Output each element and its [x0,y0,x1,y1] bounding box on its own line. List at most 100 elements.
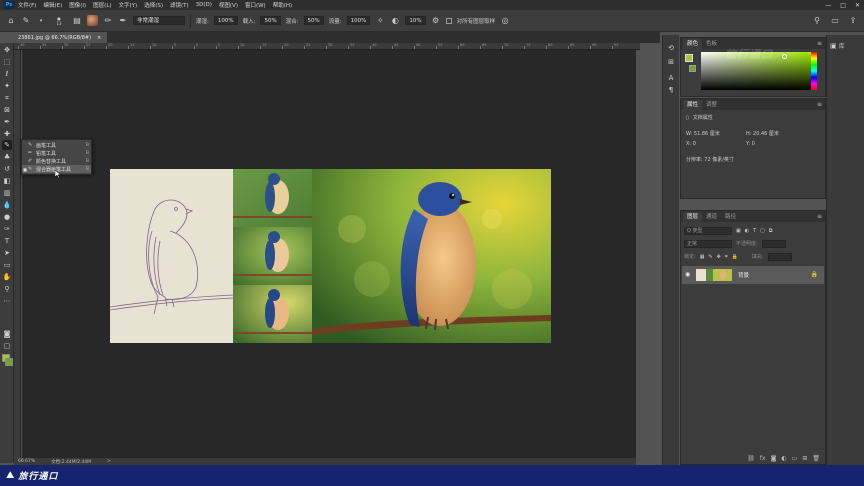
pen-tool-icon[interactable]: ✑ [2,224,12,234]
menu-3d[interactable]: 3D(D) [196,2,212,8]
paragraph-panel-icon[interactable]: ¶ [666,85,676,95]
mixer-brush-tool-icon[interactable]: ✎ [21,16,31,26]
visibility-eye-icon[interactable]: ◉ [685,271,690,278]
current-brush-load-swatch[interactable] [87,15,98,26]
document-tab[interactable]: 23861.jpg @ 66.7%(RGB/8#) × [14,32,108,43]
sample-all-layers-checkbox[interactable] [445,17,452,24]
lock-pixels-icon[interactable]: ▦ [700,254,705,260]
screen-mode-icon[interactable]: ▢ [2,341,12,351]
marquee-tool-icon[interactable]: ⬚ [2,57,12,67]
layer-filter-select[interactable]: Q 类型 [684,226,732,235]
minimize-button[interactable]: — [825,2,831,9]
frame-tool-icon[interactable]: ⊠ [2,105,12,115]
airbrush-icon[interactable]: ✧ [375,16,385,26]
menu-type[interactable]: 文字(Y) [119,1,138,9]
more-tools-icon[interactable]: ⋯ [2,296,12,306]
lasso-tool-icon[interactable]: ℓ [2,69,12,79]
gradient-tool-icon[interactable]: ▥ [2,188,12,198]
panel-menu-icon[interactable]: ≡ [817,213,822,220]
link-layers-icon[interactable]: ⛓ [747,455,755,462]
menu-filter[interactable]: 滤镜(T) [170,1,189,9]
filter-adjustment-icon[interactable]: ◐ [745,228,749,234]
filter-smart-object-icon[interactable]: ⧉ [769,228,773,234]
lock-move-icon[interactable]: ✥ [717,254,721,260]
tab-paths[interactable]: 路径 [721,212,740,222]
mix-field[interactable]: 50% [303,16,324,25]
actions-panel-icon[interactable]: ⊞ [666,57,676,67]
filter-pixel-icon[interactable]: ▣ [736,228,741,234]
menu-help[interactable]: 帮助(H) [273,1,292,9]
filter-type-icon[interactable]: T [753,228,756,234]
layer-style-icon[interactable]: fx [760,455,766,462]
status-menu-arrow[interactable]: > [107,459,111,464]
panel-menu-icon[interactable]: ≡ [817,101,822,108]
dodge-tool-icon[interactable]: ● [2,212,12,222]
search-icon[interactable]: ⚲ [812,15,822,25]
eyedropper-tool-icon[interactable]: ✒ [2,117,12,127]
new-group-icon[interactable]: ▭ [792,455,798,462]
menu-select[interactable]: 选择(S) [144,1,163,9]
menu-file[interactable]: 文件(F) [18,1,36,9]
panel-menu-icon[interactable]: ≡ [817,40,822,47]
close-tab-button[interactable]: × [97,35,101,41]
opacity-field[interactable] [761,239,786,248]
lock-artboard-icon[interactable]: ⌗ [725,254,728,260]
maximize-button[interactable]: □ [840,2,846,9]
color-picker-marker[interactable] [782,54,787,59]
layer-name[interactable]: 背景 [738,271,749,279]
chevron-down-icon[interactable]: ▾ [36,16,46,26]
eraser-tool-icon[interactable]: ◧ [2,176,12,186]
document-canvas[interactable] [110,169,551,343]
quick-mask-icon[interactable]: ◙ [2,329,12,339]
lock-paint-icon[interactable]: ✎ [708,254,712,260]
fill-field[interactable] [767,252,792,261]
gear-icon[interactable]: ⚙ [431,16,441,26]
brush-preset-picker[interactable]: ● 13 [51,16,67,26]
blur-tool-icon[interactable]: 💧 [2,200,12,210]
tab-layers[interactable]: 图层 [683,212,703,222]
menu-window[interactable]: 窗口(W) [245,1,266,9]
crop-tool-icon[interactable]: ⌗ [2,93,12,103]
close-window-button[interactable]: ✕ [855,2,860,9]
layer-row-background[interactable]: ◉ 背景 🔒 [682,266,824,284]
load-brush-icon[interactable]: ✏ [103,16,113,26]
clean-brush-icon[interactable]: ✒ [118,16,128,26]
y-value[interactable]: Y: 0 [746,141,755,147]
libraries-panel-button[interactable]: ▣ 库 [830,41,860,51]
tab-swatches[interactable]: 色板 [702,39,721,49]
width-value[interactable]: W: 51.86 厘米 [686,130,720,137]
foreground-color-chip[interactable] [685,54,693,62]
share-icon[interactable]: ⇪ [848,15,858,25]
type-tool-icon[interactable]: T [2,236,12,246]
flow-field[interactable]: 100% [346,16,371,25]
tab-properties[interactable]: 属性 [683,100,703,110]
flyout-item-pencil[interactable]: ✏ 铅笔工具 B [22,149,91,157]
brush-tool-icon[interactable]: ✎ [2,140,12,150]
lock-all-icon[interactable]: 🔒 [732,254,738,260]
load-field[interactable]: 50% [260,16,281,25]
height-value[interactable]: H: 20.46 厘米 [746,130,779,137]
hand-tool-icon[interactable]: ✋ [2,272,12,282]
character-panel-icon[interactable]: A [666,73,676,83]
smoothing-field[interactable]: 10% [405,16,426,25]
move-tool-icon[interactable]: ✥ [2,45,12,55]
x-value[interactable]: X: 0 [686,141,696,147]
workspace-icon[interactable]: ▭ [830,15,840,25]
tab-channels[interactable]: 通道 [702,212,721,222]
pressure-icon[interactable]: ◎ [500,16,510,26]
brush-settings-icon[interactable]: ▤ [72,16,82,26]
tab-color[interactable]: 颜色 [683,39,703,49]
flyout-item-brush[interactable]: ✎ 画笔工具 B [22,141,91,149]
delete-layer-icon[interactable]: 🗑 [812,455,820,462]
healing-brush-tool-icon[interactable]: ✚ [2,129,12,139]
blend-combo-select[interactable]: 非常潮湿 [133,16,185,25]
zoom-tool-icon[interactable]: ⚲ [2,284,12,294]
clone-stamp-tool-icon[interactable]: ♣ [2,152,12,162]
wet-field[interactable]: 100% [213,16,238,25]
tab-adjustments[interactable]: 调整 [702,100,721,110]
path-select-tool-icon[interactable]: ➤ [2,248,12,258]
add-mask-icon[interactable]: ◙ [771,455,777,462]
home-icon[interactable]: ⌂ [6,16,16,26]
layer-blend-mode-select[interactable]: 正常 [684,239,732,248]
menu-image[interactable]: 图像(I) [69,1,86,9]
